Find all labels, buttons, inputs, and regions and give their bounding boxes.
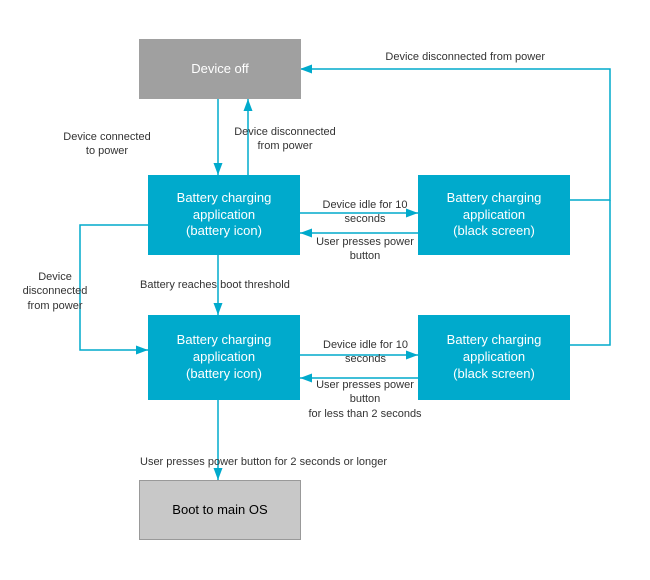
battery-charging-bot-right-box: Battery chargingapplication(black screen… — [418, 315, 570, 400]
battery-charging-bot-left-box: Battery chargingapplication(battery icon… — [148, 315, 300, 400]
diagram: Device off Battery chargingapplication(b… — [0, 0, 650, 580]
boot-to-main-os-label: Boot to main OS — [172, 502, 267, 519]
label-user-presses-longer: User presses power button for 2 seconds … — [140, 455, 420, 469]
label-user-presses-less: User presses power buttonfor less than 2… — [300, 378, 430, 421]
label-device-disconnected-left: Device disconnectedfrom power — [15, 270, 95, 313]
device-off-label: Device off — [191, 61, 249, 78]
battery-charging-bot-left-label: Battery chargingapplication(battery icon… — [177, 332, 272, 383]
label-device-connected: Device connectedto power — [62, 130, 152, 159]
battery-charging-top-right-box: Battery chargingapplication(black screen… — [418, 175, 570, 255]
battery-charging-top-right-label: Battery chargingapplication(black screen… — [447, 190, 542, 241]
boot-to-main-os-box: Boot to main OS — [139, 480, 301, 540]
arrows-svg — [0, 0, 650, 580]
label-user-presses-top: User presses power button — [310, 235, 420, 264]
label-idle-10s-bot: Device idle for 10 seconds — [308, 338, 423, 367]
battery-charging-top-left-box: Battery chargingapplication(battery icon… — [148, 175, 300, 255]
label-device-disconnected-right: Device disconnected from power — [355, 50, 545, 64]
battery-charging-top-left-label: Battery chargingapplication(battery icon… — [177, 190, 272, 241]
label-device-disconnected-top: Device disconnectedfrom power — [230, 125, 340, 154]
battery-charging-bot-right-label: Battery chargingapplication(black screen… — [447, 332, 542, 383]
device-off-box: Device off — [139, 39, 301, 99]
label-idle-10s-top: Device idle for 10 seconds — [310, 198, 420, 227]
label-battery-reaches: Battery reaches boot threshold — [140, 278, 320, 292]
